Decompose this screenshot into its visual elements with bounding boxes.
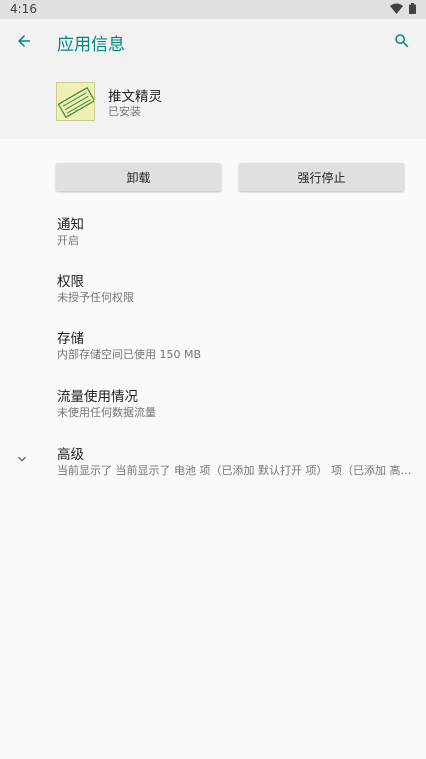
arrow-back-icon [18,35,30,47]
page-title: 应用信息 [57,35,125,55]
app-logo-icon [57,86,94,119]
pref-title: 高级 [57,447,84,463]
pref-summary: 未使用任何数据流量 [57,406,156,419]
app-icon [56,82,95,121]
pref-summary: 内部存储空间已使用 150 MB [57,348,202,361]
pref-title: 权限 [57,274,84,290]
status-icons [390,3,416,14]
pref-summary: 开启 [57,234,79,247]
pref-permissions[interactable]: 权限 未授予任何权限 [0,270,426,326]
back-button[interactable] [8,25,40,57]
pref-summary: 当前显示了 当前显示了 电池 项（已添加 默认打开 项） 项（已添加 高级设置 … [57,464,412,477]
wifi-icon [390,3,403,14]
app-name: 推文精灵 [108,89,162,105]
app-bar: 应用信息 [0,19,426,65]
search-button[interactable] [386,25,418,57]
chevron-down-icon [18,456,26,462]
app-install-status: 已安装 [108,105,141,118]
search-icon [395,34,409,48]
uninstall-button[interactable]: 卸载 [56,163,221,191]
app-header: 推文精灵 已安装 [0,65,426,139]
pref-title: 存储 [57,331,84,347]
battery-icon [409,3,416,14]
pref-storage[interactable]: 存储 内部存储空间已使用 150 MB [0,327,426,383]
pref-data-usage[interactable]: 流量使用情况 未使用任何数据流量 [0,385,426,441]
pref-title: 通知 [57,217,84,233]
pref-summary: 未授予任何权限 [57,291,134,304]
pref-notifications[interactable]: 通知 开启 [0,213,426,269]
force-stop-button[interactable]: 强行停止 [239,163,404,191]
status-bar: 4:16 [0,0,426,19]
pref-advanced[interactable]: 高级 当前显示了 当前显示了 电池 项（已添加 默认打开 项） 项（已添加 高级… [0,443,426,499]
pref-title: 流量使用情况 [57,389,138,405]
status-time: 4:16 [10,2,37,16]
